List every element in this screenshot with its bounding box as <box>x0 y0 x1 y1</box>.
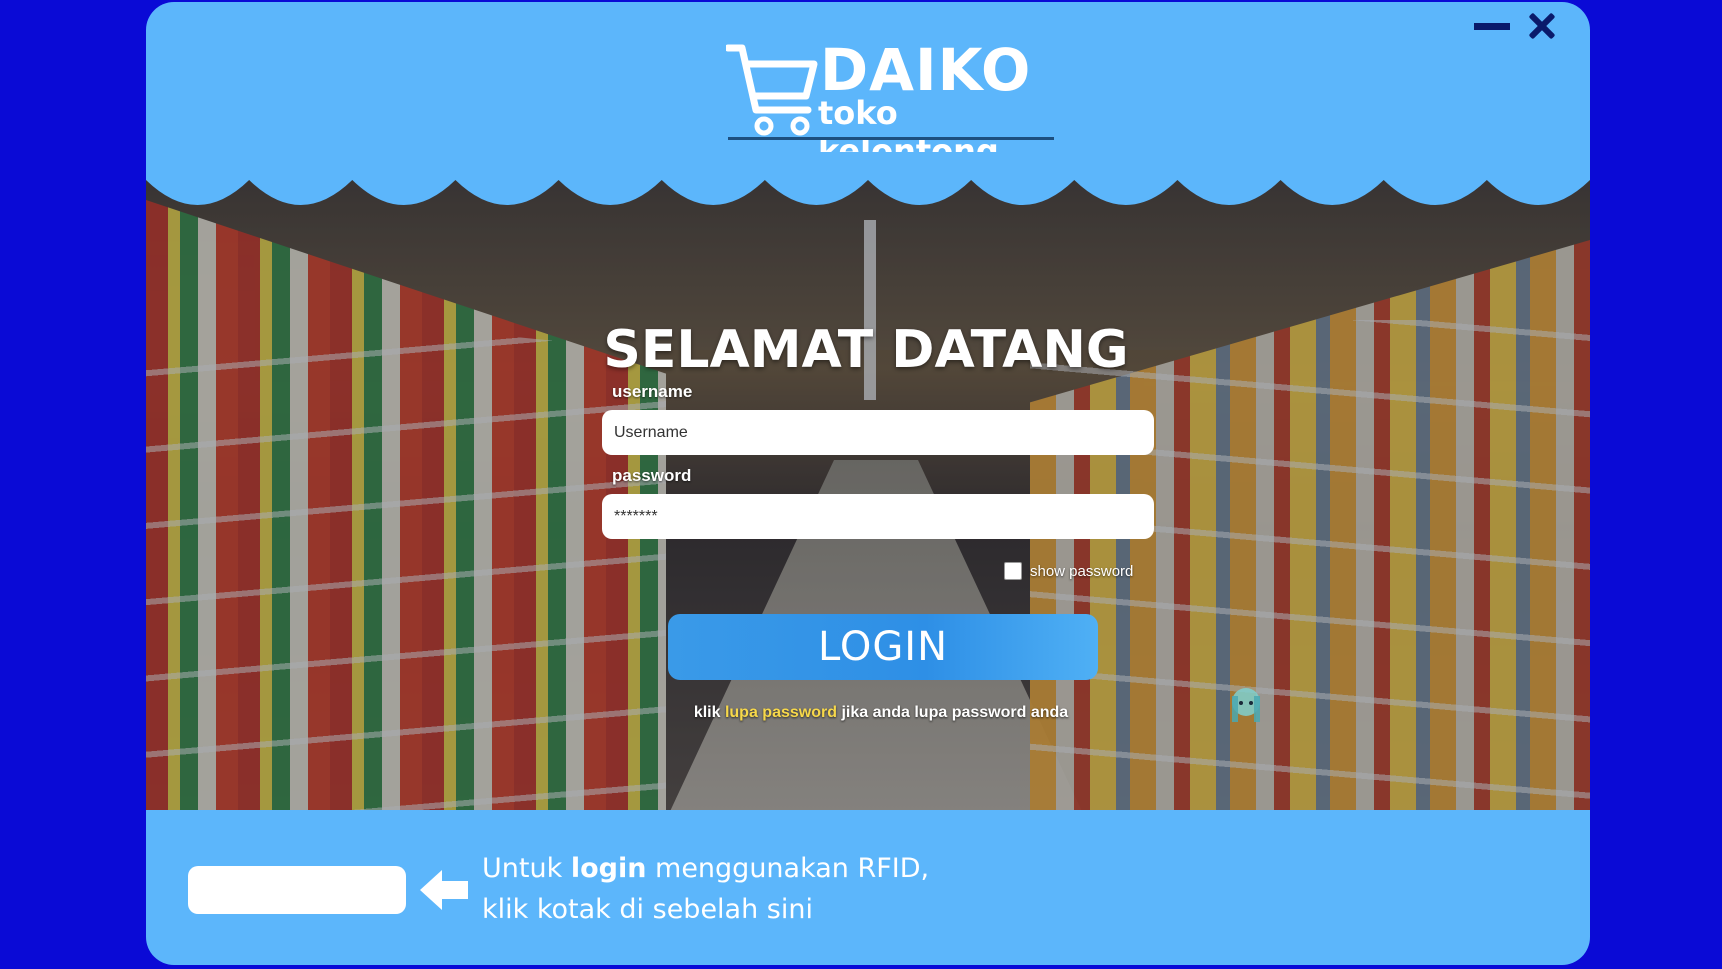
arrow-left-icon <box>420 870 468 910</box>
username-input[interactable] <box>602 410 1154 455</box>
forgot-password-link[interactable]: lupa password <box>725 704 837 721</box>
shopping-cart-icon <box>726 44 818 136</box>
logo-underline <box>728 137 1054 140</box>
rfid-input-box[interactable] <box>188 866 406 914</box>
minimize-icon[interactable] <box>1474 22 1510 30</box>
password-input[interactable] <box>602 494 1154 539</box>
window-controls <box>1474 8 1560 44</box>
forgot-password-hint: klik lupa password jika anda lupa passwo… <box>666 704 1096 722</box>
app-logo: DAIKO toko kelontong <box>726 32 1056 170</box>
show-password-toggle[interactable]: show password <box>1004 562 1133 580</box>
show-password-checkbox[interactable] <box>1004 562 1022 580</box>
welcome-heading: SELAMAT DATANG <box>603 320 1129 380</box>
mascot-icon <box>1232 688 1260 722</box>
close-icon[interactable] <box>1524 8 1560 44</box>
login-window: DAIKO toko kelontong SELAMAT DATANG user… <box>146 2 1590 965</box>
username-label: username <box>612 382 693 401</box>
show-password-label: show password <box>1030 562 1134 580</box>
rfid-line1-prefix: Untuk <box>482 853 563 884</box>
scalloped-awning-edge <box>146 152 1590 205</box>
rfid-line1-bold: login <box>570 853 647 884</box>
rfid-line1-suffix: menggunakan RFID, <box>655 853 930 884</box>
rfid-line2: klik kotak di sebelah sini <box>482 894 813 925</box>
forgot-prefix: klik <box>693 704 721 721</box>
login-button[interactable]: LOGIN <box>668 614 1098 680</box>
password-label: password <box>612 466 692 485</box>
rfid-instructions: Untuk login menggunakan RFID, klik kotak… <box>482 848 929 930</box>
forgot-suffix: jika anda lupa password anda <box>841 704 1069 721</box>
